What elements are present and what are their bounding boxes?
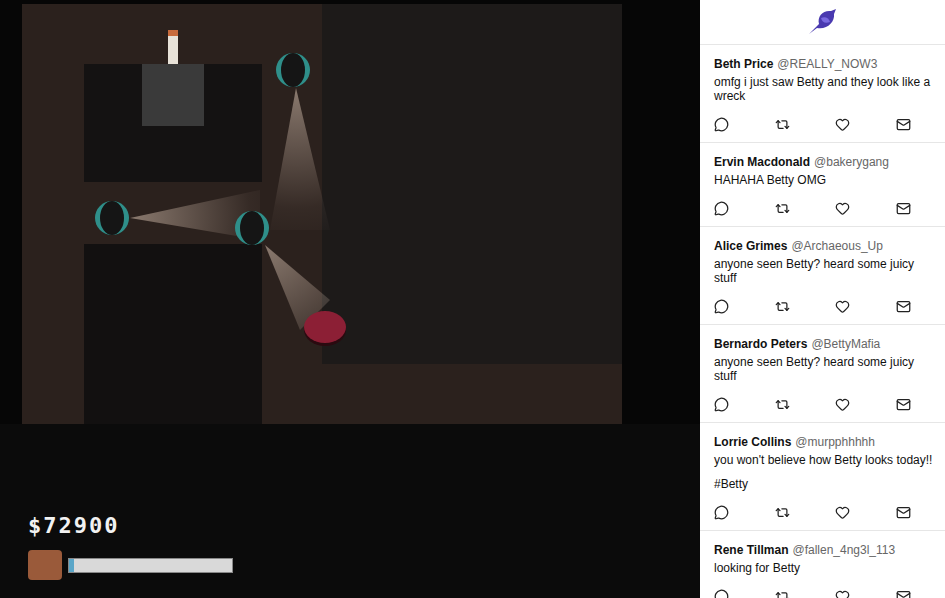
tweet-actions (714, 201, 935, 216)
tweet-author: Ervin Macdonald@bakerygang (714, 155, 935, 169)
meter-row (28, 550, 233, 580)
reply-icon (714, 505, 729, 520)
tweet-text: looking for Betty (714, 561, 935, 575)
reply-icon (714, 117, 729, 132)
tweet-actions (714, 397, 935, 412)
message-button[interactable] (896, 299, 911, 314)
game-area[interactable]: $72900 (0, 0, 700, 598)
tweet-text: #Betty (714, 477, 935, 491)
tweet: Bernardo Peters@BettyMafia anyone seen Be… (700, 325, 945, 423)
like-icon (835, 589, 850, 598)
tweet-author: Bernardo Peters@BettyMafia (714, 337, 935, 351)
like-button[interactable] (835, 505, 850, 520)
retweet-icon (775, 299, 790, 314)
reply-icon (714, 299, 729, 314)
like-button[interactable] (835, 589, 850, 598)
lamp (168, 30, 178, 64)
tweet: Ervin Macdonald@bakerygang HAHAHA Betty O… (700, 143, 945, 227)
mail-icon (896, 505, 911, 520)
like-icon (835, 299, 850, 314)
mail-icon (896, 117, 911, 132)
tweet: Alice Grimes@Archaeous_Upanyone seen Bet… (700, 227, 945, 325)
tweet-author: Lorrie Collins@murpphhhhh (714, 435, 935, 449)
screen: $72900 Beth Price@REALLY_NOW3omfg i just … (0, 0, 945, 598)
money: $72900 (28, 513, 233, 538)
message-button[interactable] (896, 117, 911, 132)
feed: Beth Price@REALLY_NOW3omfg i just saw Be… (700, 0, 945, 598)
tweet-text: omfg i just saw Betty and they look like… (714, 75, 935, 103)
reply-button[interactable] (714, 397, 729, 412)
reply-icon (714, 201, 729, 216)
guard (95, 201, 129, 235)
message-button[interactable] (896, 397, 911, 412)
like-button[interactable] (835, 397, 850, 412)
retweet-button[interactable] (775, 299, 790, 314)
table (84, 244, 262, 424)
tweet-author: Rene Tillman@fallen_4ng3l_113 (714, 543, 935, 557)
tweet-actions (714, 117, 935, 132)
retweet-icon (775, 397, 790, 412)
bird-logo-icon (805, 6, 841, 38)
like-icon (835, 201, 850, 216)
reply-button[interactable] (714, 299, 729, 314)
hud: $72900 (28, 513, 233, 580)
guard (276, 53, 310, 87)
retweet-button[interactable] (775, 397, 790, 412)
tweet-text: HAHAHA Betty OMG (714, 173, 935, 187)
feed-header (700, 0, 945, 45)
retweet-icon (775, 589, 790, 598)
tweet-text: anyone seen Betty? heard some juicy stuf… (714, 257, 935, 285)
mail-icon (896, 397, 911, 412)
retweet-button[interactable] (775, 505, 790, 520)
reply-button[interactable] (714, 589, 729, 598)
message-button[interactable] (896, 201, 911, 216)
guard (235, 211, 269, 245)
player[interactable] (304, 311, 346, 343)
mail-icon (896, 201, 911, 216)
like-icon (835, 117, 850, 132)
like-icon (835, 505, 850, 520)
reply-icon (714, 397, 729, 412)
tweet: Lorrie Collins@murpphhhhh you won't belie… (700, 423, 945, 531)
like-button[interactable] (835, 299, 850, 314)
like-button[interactable] (835, 201, 850, 216)
message-button[interactable] (896, 589, 911, 598)
tweet: Rene Tillman@fallen_4ng3l_113looking for… (700, 531, 945, 598)
retweet-icon (775, 117, 790, 132)
tweet-author: Alice Grimes@Archaeous_Up (714, 239, 935, 253)
like-button[interactable] (835, 117, 850, 132)
tweet: Beth Price@REALLY_NOW3omfg i just saw Be… (700, 45, 945, 143)
retweet-icon (775, 201, 790, 216)
tweet-actions (714, 589, 935, 598)
mail-icon (896, 299, 911, 314)
avatar-icon (28, 550, 62, 580)
meter (68, 558, 233, 573)
tweet-actions (714, 505, 935, 520)
like-icon (835, 397, 850, 412)
dark-room (322, 4, 622, 364)
retweet-icon (775, 505, 790, 520)
reply-button[interactable] (714, 505, 729, 520)
reply-icon (714, 589, 729, 598)
retweet-button[interactable] (775, 201, 790, 216)
meter-fill (69, 559, 74, 572)
tweet-author: Beth Price@REALLY_NOW3 (714, 57, 935, 71)
tweet-actions (714, 299, 935, 314)
tweet-text: anyone seen Betty? heard some juicy stuf… (714, 355, 935, 383)
fridge (142, 64, 204, 126)
message-button[interactable] (896, 505, 911, 520)
tweet-text: you won't believe how Betty looks today!… (714, 453, 935, 467)
retweet-button[interactable] (775, 117, 790, 132)
reply-button[interactable] (714, 201, 729, 216)
reply-button[interactable] (714, 117, 729, 132)
retweet-button[interactable] (775, 589, 790, 598)
mail-icon (896, 589, 911, 598)
